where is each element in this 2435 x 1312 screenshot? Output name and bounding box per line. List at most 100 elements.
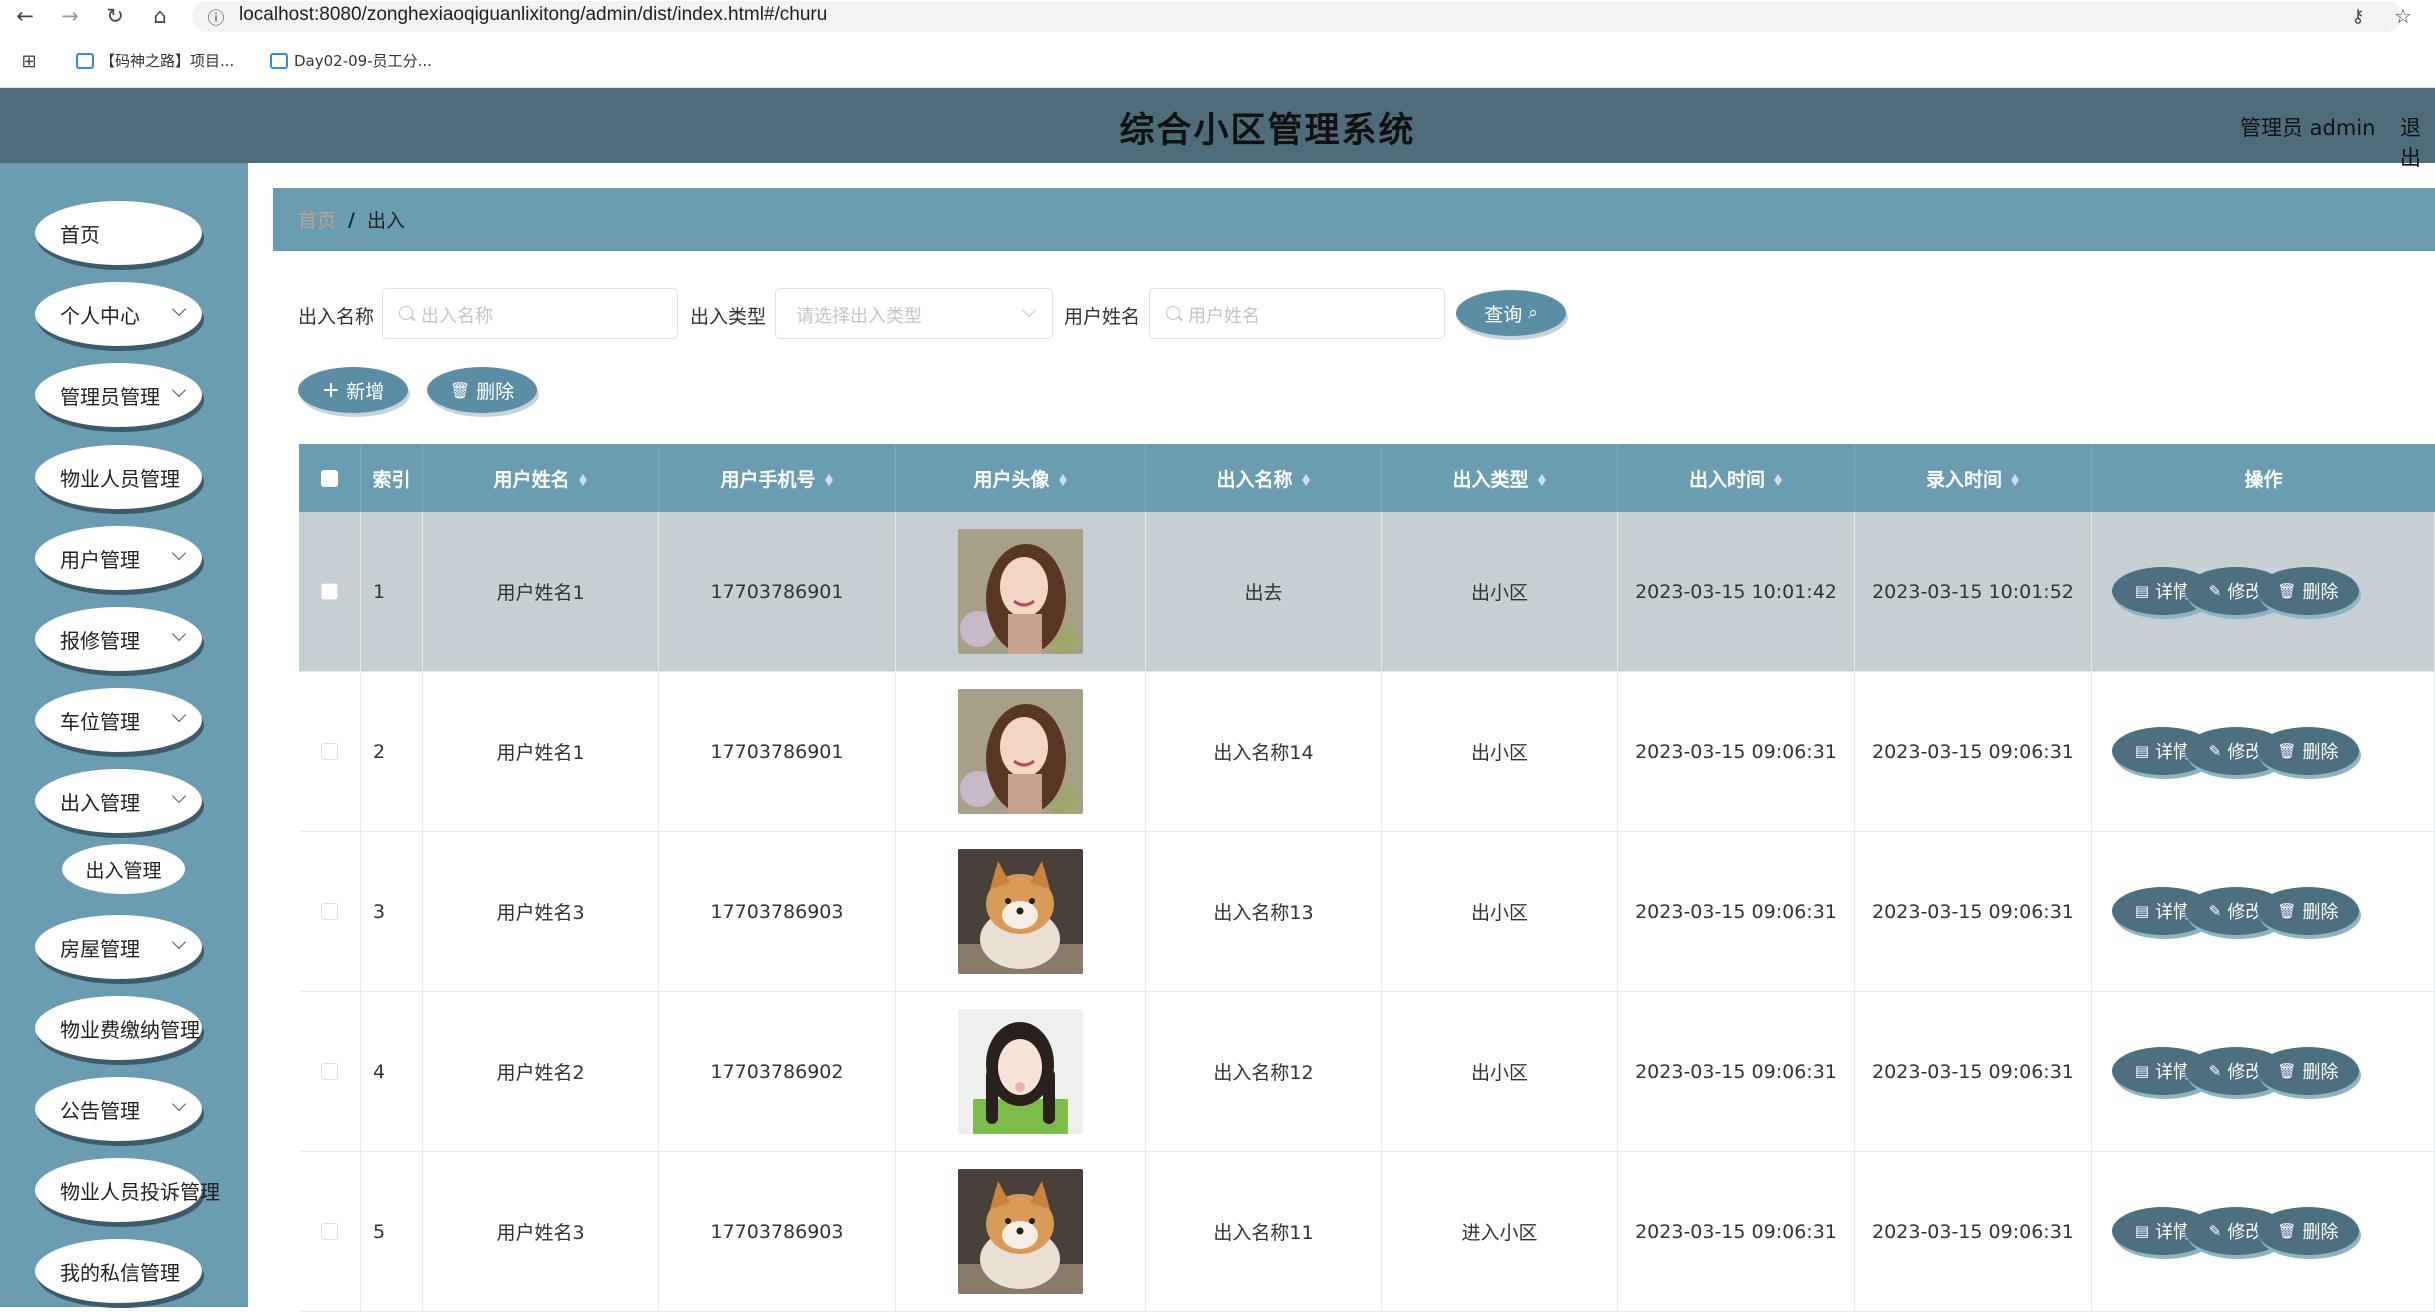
row-checkbox[interactable] (321, 1063, 338, 1080)
avatar-cell (896, 512, 1146, 671)
table-row[interactable]: 3 用户姓名3 17703786903 出入名称13 出小区 2023-03-15 09:… (299, 832, 2435, 992)
cell-entry-time: 2023-03-15 09:06:31 (1855, 832, 2092, 991)
delete-button[interactable]: 🗑 删除 (2257, 1207, 2359, 1255)
cell-text: 3 (373, 900, 386, 923)
row-checkbox[interactable] (321, 583, 338, 600)
cell-text: 用户姓名1 (496, 742, 585, 764)
column-header-churu-time[interactable]: 出入时间 (1618, 444, 1855, 512)
cell-churu-type: 进入小区 (1382, 1152, 1618, 1311)
avatar-cell (896, 1152, 1146, 1311)
trash-icon: 🗑 (2277, 742, 2297, 760)
site-info-icon[interactable]: ⓘ (203, 3, 229, 29)
logout-link[interactable]: 退出 (2400, 112, 2435, 172)
sidebar-item-parking[interactable]: 车位管理 (35, 688, 202, 752)
trash-icon: 🗑 (449, 380, 471, 400)
sort-icon[interactable] (578, 470, 588, 486)
cell-index: 3 (361, 832, 423, 991)
column-header-label: 索引 (372, 468, 411, 491)
column-header-avatar[interactable]: 用户头像 (896, 444, 1146, 512)
sort-icon[interactable] (1537, 470, 1547, 486)
sort-icon[interactable] (1773, 470, 1783, 486)
delete-button[interactable]: 🗑 删除 (2257, 1047, 2359, 1095)
sidebar-item-repairs[interactable]: 报修管理 (35, 607, 202, 671)
sidebar-item-messages[interactable]: 我的私信管理 (35, 1239, 202, 1303)
select-all-checkbox[interactable] (321, 469, 338, 487)
column-header-churu-type[interactable]: 出入类型 (1382, 444, 1618, 512)
sidebar-item-staff[interactable]: 物业人员管理 (35, 445, 202, 509)
row-select-cell (299, 992, 361, 1151)
delete-button[interactable]: 🗑 删除 (2257, 887, 2359, 935)
delete-button-label: 删除 (2302, 902, 2339, 923)
cell-name: 用户姓名1 (423, 512, 659, 671)
actions-cell: ▤ 详情 ✎ 修改 🗑 删除 (2092, 832, 2435, 991)
bookmark-2[interactable]: Day02-09-员工分... (270, 50, 432, 71)
sidebar-item-label: 用户管理 (60, 547, 140, 572)
cell-text: 2023-03-15 09:06:31 (1872, 1060, 2074, 1083)
search-icon (1166, 306, 1180, 320)
cell-churu-time: 2023-03-15 09:06:31 (1618, 672, 1855, 831)
row-checkbox[interactable] (321, 743, 338, 760)
search-user-input[interactable]: 用户姓名 (1149, 288, 1445, 339)
table-row[interactable]: 1 用户姓名1 17703786901 出去 出小区 2023-03-15 10:01:4… (299, 512, 2435, 672)
add-button[interactable]: + 新增 (298, 367, 408, 413)
table-row[interactable]: 4 用户姓名2 17703786902 出入名称12 出小区 2023-03-15 09:… (299, 992, 2435, 1152)
sidebar-item-label: 个人中心 (60, 303, 140, 328)
cell-text: 进入小区 (1461, 1222, 1538, 1244)
table-row[interactable]: 2 用户姓名1 17703786901 出入名称14 出小区 2023-03-15 09:… (299, 672, 2435, 832)
row-checkbox[interactable] (321, 1223, 338, 1240)
sort-icon[interactable] (824, 470, 834, 486)
sidebar-item-admins[interactable]: 管理员管理 (35, 363, 202, 427)
sidebar-item-access[interactable]: 出入管理 (35, 769, 202, 833)
column-header-label: 出入类型 (1452, 468, 1529, 491)
sidebar-item-label: 公告管理 (60, 1098, 140, 1123)
apps-grid-icon[interactable]: ⊞ (16, 48, 42, 74)
sort-icon[interactable] (1058, 470, 1068, 486)
reload-icon[interactable]: ↻ (102, 3, 128, 29)
avatar (958, 1009, 1083, 1134)
app-header: 综合小区管理系统 管理员 admin 退出 (0, 88, 2435, 170)
document-icon: ▤ (2134, 1062, 2150, 1080)
column-header-phone[interactable]: 用户手机号 (659, 444, 896, 512)
bulk-delete-button-label: 删除 (476, 380, 515, 403)
row-checkbox[interactable] (321, 903, 338, 920)
cell-text: 5 (373, 1220, 386, 1243)
column-header-actions: 操作 (2092, 444, 2435, 512)
search-name-input[interactable]: 出入名称 (382, 288, 678, 339)
column-header-churu-name[interactable]: 出入名称 (1146, 444, 1382, 512)
row-select-cell (299, 512, 361, 671)
column-header-label: 操作 (2244, 468, 2283, 491)
sidebar-item-profile[interactable]: 个人中心 (35, 282, 202, 346)
sort-icon[interactable] (2010, 470, 2020, 486)
table-row[interactable]: 5 用户姓名3 17703786903 出入名称11 进入小区 2023-03-15 09… (299, 1152, 2435, 1312)
sidebar-item-fees[interactable]: 物业费缴纳管理 (35, 996, 202, 1060)
sort-icon[interactable] (1301, 470, 1311, 486)
column-header-entry-time[interactable]: 录入时间 (1855, 444, 2092, 512)
chevron-down-icon (1021, 302, 1037, 318)
cell-name: 用户姓名1 (423, 672, 659, 831)
sidebar-item-complaints[interactable]: 物业人员投诉管理 (35, 1158, 220, 1222)
sidebar-item-label: 房屋管理 (60, 936, 140, 961)
sidebar-item-home[interactable]: 首页 (35, 201, 202, 265)
trash-icon: 🗑 (2277, 582, 2297, 600)
password-key-icon[interactable]: ⚷ (2345, 3, 2371, 29)
sidebar-item-houses[interactable]: 房屋管理 (35, 915, 202, 979)
delete-button[interactable]: 🗑 删除 (2257, 567, 2359, 615)
delete-button[interactable]: 🗑 删除 (2257, 727, 2359, 775)
search-type-select[interactable]: 请选择出入类型 (775, 288, 1053, 339)
query-button[interactable]: 查询 ⌕ (1456, 290, 1566, 336)
cell-text: 2023-03-15 09:06:31 (1635, 1220, 1837, 1243)
bookmark-1[interactable]: 【码神之路】项目... (76, 50, 234, 71)
cell-churu-type: 出小区 (1382, 832, 1618, 991)
sidebar-subitem-access[interactable]: 出入管理 (62, 844, 185, 894)
bookmark-star-icon[interactable]: ☆ (2390, 3, 2416, 29)
column-header-name[interactable]: 用户姓名 (423, 444, 659, 512)
back-icon[interactable]: ← (12, 3, 38, 29)
sidebar-item-notices[interactable]: 公告管理 (35, 1077, 202, 1141)
sidebar-item-users[interactable]: 用户管理 (35, 526, 202, 590)
bookmarks-bar: ⊞ 【码神之路】项目... Day02-09-员工分... (0, 34, 2435, 88)
bulk-delete-button[interactable]: 🗑 删除 (427, 367, 537, 413)
forward-icon[interactable]: → (57, 3, 83, 29)
breadcrumb-separator: / (348, 208, 355, 231)
home-icon[interactable]: ⌂ (147, 3, 173, 29)
breadcrumb-home[interactable]: 首页 (298, 206, 336, 233)
